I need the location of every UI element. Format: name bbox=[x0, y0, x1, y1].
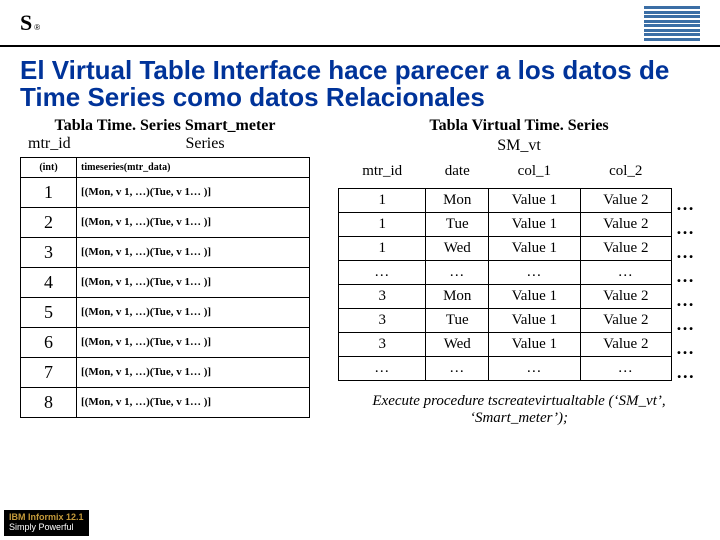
table-row: 4[(Mon, v 1, …)(Tue, v 1… )] bbox=[21, 267, 310, 297]
table-row: 3WedValue 1Value 2… bbox=[339, 332, 700, 356]
left-sub-int: (int) bbox=[21, 157, 77, 177]
left-subheader-row: (int) timeseries(mtr_data) bbox=[21, 157, 310, 177]
right-subtitle: SM_vt bbox=[338, 137, 700, 155]
content-columns: Tabla Time. Series Smart_meter mtr_id Se… bbox=[0, 117, 720, 427]
left-sub-ts: timeseries(mtr_data) bbox=[77, 157, 310, 177]
right-table: mtr_id date col_1 col_2 1MonValue 1Value… bbox=[338, 159, 700, 381]
informix-letter: S bbox=[20, 10, 32, 36]
footer-line2: Simply Powerful bbox=[9, 523, 84, 533]
ibm-logo-icon bbox=[644, 6, 700, 41]
table-row: …………… bbox=[339, 356, 700, 380]
table-row: 2[(Mon, v 1, …)(Tue, v 1… )] bbox=[21, 207, 310, 237]
hdr-mtrid: mtr_id bbox=[339, 159, 426, 189]
informix-logo: S ® bbox=[20, 10, 40, 36]
table-row: 1[(Mon, v 1, …)(Tue, v 1… )] bbox=[21, 177, 310, 207]
table-row: 3MonValue 1Value 2… bbox=[339, 284, 700, 308]
table-row: 7[(Mon, v 1, …)(Tue, v 1… )] bbox=[21, 357, 310, 387]
hdr-date: date bbox=[426, 159, 489, 189]
header-bar: S ® bbox=[0, 0, 720, 47]
table-row: 3[(Mon, v 1, …)(Tue, v 1… )] bbox=[21, 237, 310, 267]
left-hdr-series: Series bbox=[100, 135, 310, 153]
table-row: …………… bbox=[339, 260, 700, 284]
table-row: 5[(Mon, v 1, …)(Tue, v 1… )] bbox=[21, 297, 310, 327]
hdr-col1: col_1 bbox=[489, 159, 580, 189]
table-row: 8[(Mon, v 1, …)(Tue, v 1… )] bbox=[21, 387, 310, 417]
right-column: Tabla Virtual Time. Series SM_vt mtr_id … bbox=[338, 117, 700, 427]
table-row: 1MonValue 1Value 2… bbox=[339, 188, 700, 212]
right-table-title: Tabla Virtual Time. Series bbox=[338, 117, 700, 135]
footer-badge: IBM Informix 12.1 Simply Powerful bbox=[4, 510, 89, 536]
table-row: 6[(Mon, v 1, …)(Tue, v 1… )] bbox=[21, 327, 310, 357]
left-column: Tabla Time. Series Smart_meter mtr_id Se… bbox=[20, 117, 310, 427]
hdr-col2: col_2 bbox=[580, 159, 671, 189]
left-hdr-mtrid: mtr_id bbox=[20, 135, 100, 153]
left-table-title: Tabla Time. Series Smart_meter bbox=[20, 117, 310, 135]
right-header-row: mtr_id date col_1 col_2 bbox=[339, 159, 700, 189]
table-row: 1TueValue 1Value 2… bbox=[339, 212, 700, 236]
table-row: 3TueValue 1Value 2… bbox=[339, 308, 700, 332]
execute-procedure-text: Execute procedure tscreatevirtualtable (… bbox=[338, 393, 700, 428]
left-table: (int) timeseries(mtr_data) 1[(Mon, v 1, … bbox=[20, 157, 310, 418]
registered-mark: ® bbox=[34, 23, 40, 32]
table-row: 1WedValue 1Value 2… bbox=[339, 236, 700, 260]
left-section-headers: mtr_id Series bbox=[20, 135, 310, 153]
slide-title: El Virtual Table Interface hace parecer … bbox=[20, 57, 700, 112]
